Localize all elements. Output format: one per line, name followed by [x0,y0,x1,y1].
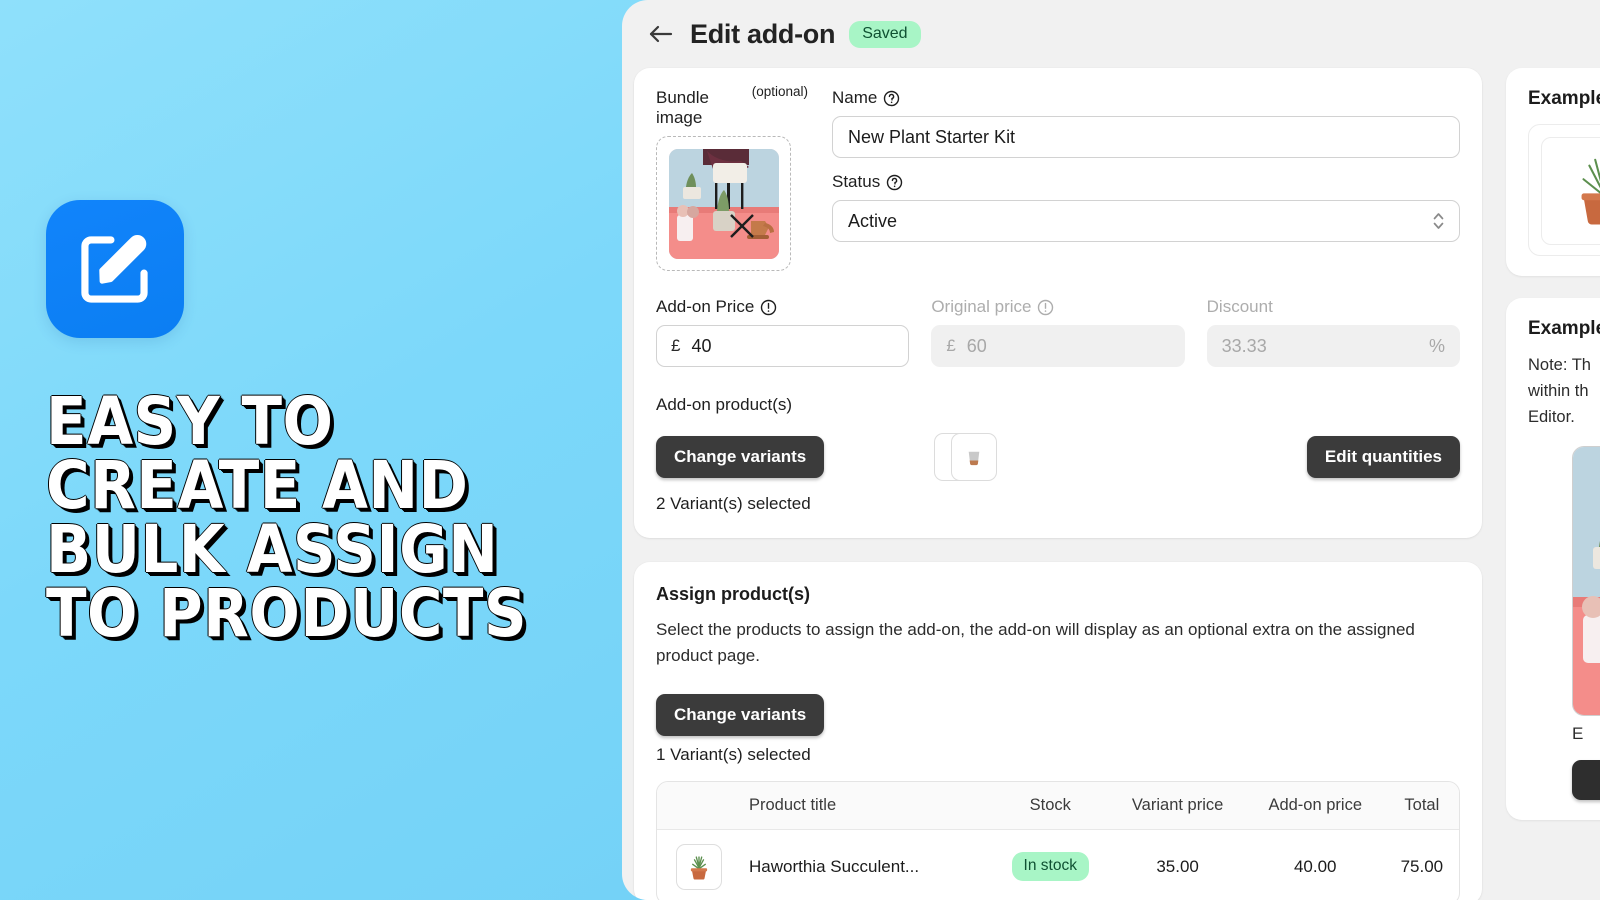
main-column: Bundle image (optional) Name New Plant S… [634,68,1482,900]
example-note-caption: E [1572,724,1584,744]
example-preview-inner-frame [1541,137,1600,245]
status-select[interactable] [832,200,1460,242]
bundle-image-label-text: Bundle image [656,88,709,127]
column-header-total: Total [1384,781,1459,830]
edit-quantities-button[interactable]: Edit quantities [1306,436,1460,478]
row-thumbnail-cell [657,829,741,900]
succulent-pot-thumbnail [676,843,722,890]
help-icon[interactable] [886,174,903,191]
bundle-image-label: Bundle image (optional) [656,84,808,128]
name-label-text: Name [832,88,878,107]
status-label: Status [832,172,1460,192]
example-note-photo [1572,446,1600,717]
addon-products-label: Add-on product(s) [656,395,793,414]
page-title: Edit add-on [690,18,836,49]
name-label: Name [832,88,1460,108]
discount-value: 33.33 [1221,335,1267,356]
row-variant-price: 35.00 [1156,856,1199,876]
assigned-products-table: Product title Stock Variant price Add-on… [656,780,1460,900]
addon-details-card: Bundle image (optional) Name New Plant S… [634,68,1482,538]
promo-headline: EASY TO CREATE AND BULK ASSIGN TO PRODUC… [46,383,528,653]
name-input[interactable] [832,116,1460,158]
app-window: Edit add-on Saved Bundle image (optional… [622,0,1600,900]
row-total: 75.00 [1400,856,1444,876]
help-icon[interactable] [883,90,900,107]
bundle-image-optional-text: (optional) [751,84,808,99]
discount-field: Discount 33.33 % [1206,297,1460,367]
assign-products-description: Select the products to assign the add-on… [656,620,1415,666]
table-header-row: Product title Stock Variant price Add-on… [657,781,1459,830]
edit-square-pencil-icon [74,228,156,310]
original-price-label: Original price [931,297,1184,317]
alert-circle-icon[interactable] [760,299,777,316]
discount-label: Discount [1207,297,1460,317]
addon-price-label-text: Add-on Price [656,297,755,316]
currency-symbol: £ [946,336,956,355]
change-variants-button-addon[interactable]: Change variants [656,436,825,478]
table-row[interactable]: Haworthia Succulent... In stock 35.00 40… [657,829,1459,900]
column-header-variant-price: Variant price [1109,781,1246,830]
column-header-product-title: Product title [741,781,991,830]
alert-circle-icon [1037,299,1054,316]
currency-symbol: £ [671,336,681,355]
assign-variants-selected-count: 1 Variant(s) selected [656,744,811,764]
percent-symbol: % [1428,335,1445,356]
variant-thumbnail-front [951,433,998,481]
original-price-value: 60 [966,335,987,356]
row-product-title: Haworthia Succulent... [749,856,920,876]
app-header: Edit add-on Saved [622,0,1600,68]
bundle-image-thumbnail [668,148,779,259]
addon-price-field: Add-on Price £ 40 [656,297,910,367]
example-note-text: Note: Th within th Editor. [1528,356,1591,427]
addon-price-label: Add-on Price [656,297,909,317]
column-header-thumb [657,781,741,830]
column-header-addon-price: Add-on price [1245,781,1385,830]
bundle-image-dropzone[interactable] [656,136,791,271]
original-price-input: £ 60 [931,325,1185,367]
status-label-text: Status [832,172,881,191]
row-addon-price: 40.00 [1293,856,1337,876]
addon-price-input[interactable]: £ 40 [656,325,910,367]
assign-products-card: Assign product(s) Select the products to… [634,562,1482,900]
name-status-fields: Name Sta [832,88,1460,271]
bundle-image-field: Bundle image (optional) [656,84,808,271]
stock-badge: In stock [1011,852,1089,882]
succulent-pot-preview-image [1564,148,1600,235]
promo-panel: EASY TO CREATE AND BULK ASSIGN TO PRODUC… [0,0,640,900]
assign-products-title: Assign product(s) [656,584,811,604]
example-note-action-button[interactable] [1572,760,1600,801]
status-badge: Saved [849,20,921,48]
discount-label-text: Discount [1206,297,1273,316]
app-icon [46,200,184,338]
original-price-label-text: Original price [931,297,1032,316]
row-stock-cell: In stock [991,829,1110,900]
discount-input: 33.33 % [1206,325,1460,367]
app-body: Bundle image (optional) Name New Plant S… [622,68,1600,900]
example-preview-frame [1528,124,1600,256]
original-price-field: Original price £ 60 [931,297,1185,367]
price-row: Add-on Price £ 40 Original price £ 60 Di… [656,297,1460,367]
side-column: Example Example Note: Th within th Edito… [1506,68,1600,900]
addon-products-row: Change variants Edit quantities [656,429,1460,485]
addon-variants-selected-count: 2 Variant(s) selected [656,494,811,513]
example-preview-title: Example [1528,88,1600,109]
back-arrow-icon[interactable] [646,19,676,49]
selected-variants-thumbnails[interactable] [934,433,1004,481]
column-header-stock: Stock [991,781,1110,830]
change-variants-button-assign[interactable]: Change variants [656,693,825,736]
example-note-title: Example [1528,318,1600,339]
example-preview-card: Example [1506,68,1600,276]
example-note-card: Example Note: Th within th Editor. E [1506,298,1600,821]
addon-price-value: 40 [691,335,712,356]
